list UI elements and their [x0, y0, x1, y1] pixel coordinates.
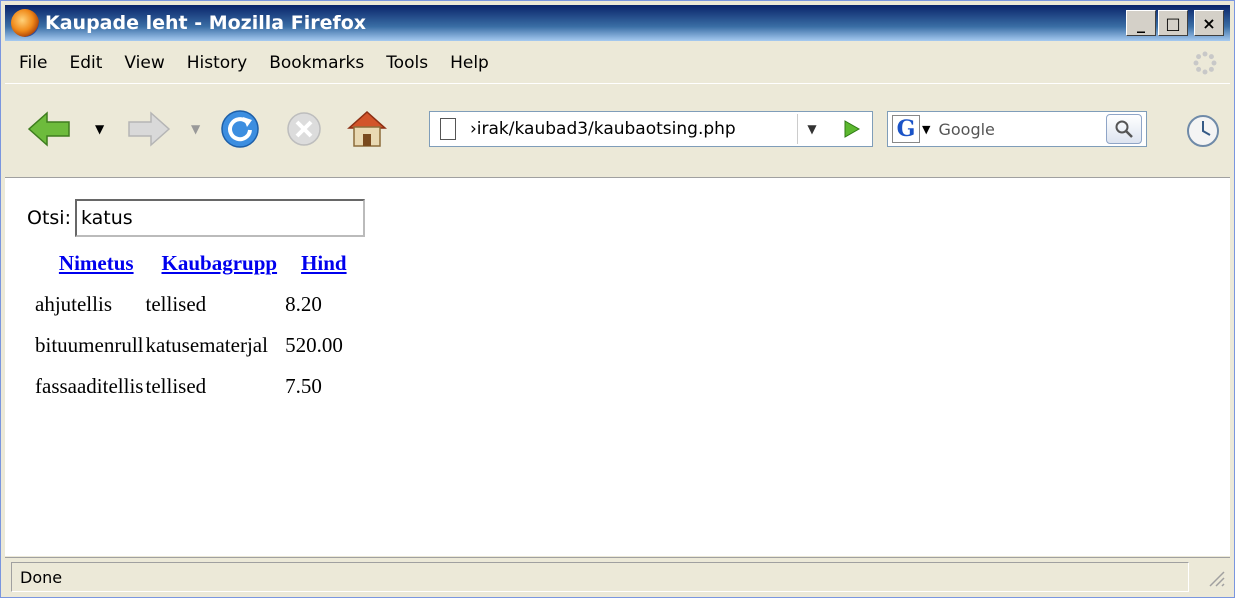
- cell-nimetus: ahjutellis: [35, 292, 112, 316]
- back-arrow-icon[interactable]: [27, 110, 73, 148]
- go-button[interactable]: [834, 114, 868, 144]
- table-row: fassaaditellis tellised 7.50: [35, 366, 355, 407]
- search-engine-letter: G: [896, 116, 916, 142]
- navigation-toolbar: ▼ ▼ ›irak/kaubad3/kaubaotsing.php ▼ G ▼ …: [5, 83, 1230, 178]
- search-input[interactable]: [74, 199, 365, 237]
- maximize-button[interactable]: □: [1158, 10, 1188, 36]
- back-dropdown-icon[interactable]: ▼: [95, 122, 104, 136]
- menu-file[interactable]: File: [19, 53, 47, 73]
- stop-icon[interactable]: [285, 110, 323, 148]
- forward-dropdown-icon[interactable]: ▼: [191, 122, 200, 136]
- status-text: Done: [20, 567, 63, 587]
- page-icon: [440, 118, 456, 140]
- status-bar: Done: [5, 557, 1230, 596]
- cell-kaubagrupp: katusematerjal: [145, 333, 268, 357]
- cell-nimetus: fassaaditellis: [35, 374, 144, 398]
- magnifier-icon: [1115, 120, 1133, 138]
- close-button[interactable]: ×: [1194, 10, 1224, 36]
- search-form: Otsi:: [27, 199, 365, 237]
- sort-nimetus-link[interactable]: Nimetus: [35, 249, 146, 284]
- minimize-button[interactable]: _: [1126, 10, 1156, 36]
- table-row: bituumenrull katusematerjal 520.00: [35, 325, 355, 366]
- home-icon[interactable]: [345, 106, 389, 150]
- menu-bar: File Edit View History Bookmarks Tools H…: [5, 45, 1230, 81]
- address-bar[interactable]: ›irak/kaubad3/kaubaotsing.php ▼: [429, 111, 873, 147]
- cell-hind: 8.20: [285, 292, 322, 316]
- firefox-icon: [11, 9, 39, 37]
- menu-edit[interactable]: Edit: [69, 53, 102, 73]
- table-header-row: Nimetus Kaubagrupp Hind: [35, 249, 355, 284]
- window-controls: _ □ ×: [1126, 10, 1224, 36]
- cell-nimetus: bituumenrull: [35, 333, 144, 357]
- throbber-icon: [1193, 51, 1217, 75]
- sort-hind-link[interactable]: Hind: [285, 249, 355, 284]
- cell-hind: 7.50: [285, 374, 322, 398]
- resize-grip-icon[interactable]: [1206, 568, 1226, 588]
- results-table: Nimetus Kaubagrupp Hind ahjutellis telli…: [35, 249, 355, 407]
- page-content: Otsi: Nimetus Kaubagrupp Hind ahjutellis…: [5, 177, 1230, 556]
- menu-bookmarks[interactable]: Bookmarks: [269, 53, 364, 73]
- search-label: Otsi:: [27, 207, 71, 229]
- search-engine-logo[interactable]: G: [892, 115, 920, 143]
- go-arrow-icon: [844, 120, 861, 138]
- search-bar[interactable]: G ▼ Google: [887, 111, 1147, 147]
- sort-kaubagrupp-link[interactable]: Kaubagrupp: [146, 249, 286, 284]
- reload-icon[interactable]: [219, 108, 261, 150]
- cell-kaubagrupp: tellised: [145, 374, 207, 398]
- window-title: Kaupade leht - Mozilla Firefox: [45, 12, 367, 34]
- engine-dropdown-icon[interactable]: ▼: [922, 123, 930, 136]
- browser-window: Kaupade leht - Mozilla Firefox _ □ × Fil…: [0, 0, 1235, 598]
- forward-arrow-icon[interactable]: [125, 110, 171, 148]
- address-bar-url[interactable]: ›irak/kaubad3/kaubaotsing.php: [470, 119, 790, 139]
- clock-icon[interactable]: [1186, 114, 1220, 148]
- status-panel: Done: [11, 562, 1189, 592]
- menu-history[interactable]: History: [187, 53, 247, 73]
- search-button[interactable]: [1106, 114, 1142, 144]
- menu-help[interactable]: Help: [450, 53, 489, 73]
- cell-hind: 520.00: [285, 333, 343, 357]
- url-dropdown-icon[interactable]: ▼: [797, 114, 826, 144]
- table-row: ahjutellis tellised 8.20: [35, 284, 355, 325]
- title-bar[interactable]: Kaupade leht - Mozilla Firefox _ □ ×: [5, 5, 1230, 41]
- cell-kaubagrupp: tellised: [145, 292, 207, 316]
- search-placeholder[interactable]: Google: [938, 120, 994, 139]
- menu-tools[interactable]: Tools: [386, 53, 428, 73]
- menu-view[interactable]: View: [124, 53, 164, 73]
